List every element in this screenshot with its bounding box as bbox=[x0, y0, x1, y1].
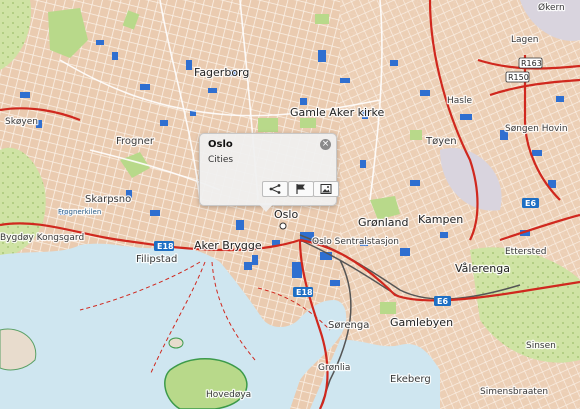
road-shield-e6: E6 bbox=[434, 296, 451, 306]
hovedoya-island bbox=[164, 358, 248, 409]
flag-button[interactable] bbox=[288, 181, 314, 197]
route-icon bbox=[269, 184, 281, 194]
map-label: Hasle bbox=[447, 96, 472, 106]
map-label: Kampen bbox=[418, 213, 463, 226]
map-label: Grønland bbox=[358, 216, 409, 229]
map-label: Skarpsno bbox=[85, 194, 131, 205]
road-shield-r150: R150 bbox=[505, 71, 530, 83]
svg-text:E6: E6 bbox=[525, 199, 536, 208]
map-label: Ekeberg bbox=[390, 374, 431, 385]
map-label: Sinsen bbox=[526, 341, 556, 351]
map-label: Fagerborg bbox=[194, 66, 249, 79]
image-button[interactable] bbox=[313, 181, 339, 197]
islet bbox=[168, 337, 184, 349]
svg-text:E18: E18 bbox=[157, 242, 174, 251]
map-label: Frognerkilen bbox=[58, 208, 101, 216]
map-label: Aker Brygge bbox=[194, 239, 262, 252]
road-shield-e18: E18 bbox=[293, 287, 313, 297]
location-marker[interactable] bbox=[279, 222, 287, 230]
map-label: Oslo Sentralstasjon bbox=[312, 237, 399, 247]
svg-text:E6: E6 bbox=[437, 297, 448, 306]
map-label: Skøyen bbox=[5, 117, 38, 127]
place-popup: Oslo Cities × bbox=[199, 133, 339, 206]
road-shield-r163: R163 bbox=[518, 57, 543, 69]
map-label: Lagen bbox=[511, 35, 538, 45]
close-icon[interactable]: × bbox=[320, 139, 331, 150]
route-button[interactable] bbox=[262, 181, 288, 197]
map-label: Tøyen bbox=[425, 136, 457, 147]
map-label: Filipstad bbox=[136, 254, 177, 265]
map-label: Frogner bbox=[116, 136, 155, 147]
flag-icon bbox=[296, 184, 305, 194]
map-label: Gamle Aker kirke bbox=[290, 106, 385, 119]
map-label: Søngen Hovin bbox=[505, 124, 568, 134]
map-label: Grønlia bbox=[318, 363, 350, 373]
popup-title: Oslo bbox=[208, 139, 233, 150]
map-label: Bygdøy Kongsgard bbox=[0, 233, 84, 243]
road-shield-e6: E6 bbox=[522, 198, 539, 208]
map-label: Ettersted bbox=[505, 247, 546, 257]
map-label: Økern bbox=[538, 2, 565, 13]
map-label: Vålerenga bbox=[455, 262, 510, 275]
popup-pointer bbox=[258, 203, 274, 212]
map-label: Oslo bbox=[274, 208, 298, 221]
svg-text:R163: R163 bbox=[521, 59, 542, 68]
road-shield-e18: E18 bbox=[154, 241, 174, 251]
map-label: Sørenga bbox=[328, 320, 369, 331]
svg-text:R150: R150 bbox=[508, 73, 529, 82]
map-label: Hovedøya bbox=[206, 390, 251, 400]
popup-category: Cities bbox=[208, 155, 234, 165]
map-label: Gamlebyen bbox=[390, 316, 453, 329]
map-label: Simensbraaten bbox=[480, 387, 548, 397]
image-icon bbox=[320, 184, 332, 194]
svg-text:E18: E18 bbox=[296, 288, 313, 297]
